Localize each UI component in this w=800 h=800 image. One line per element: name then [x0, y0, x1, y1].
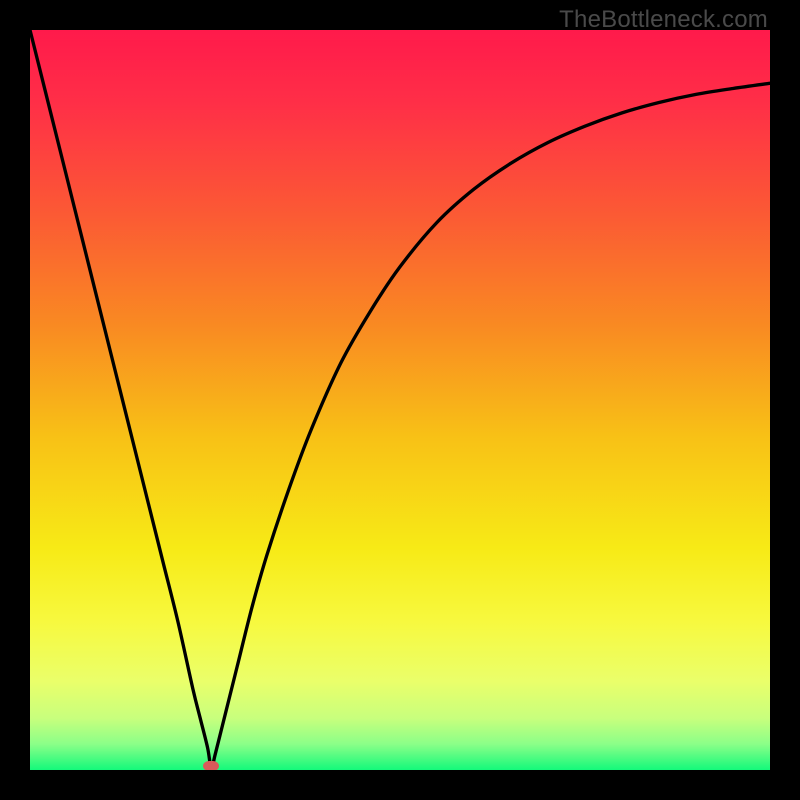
bottleneck-curve — [30, 30, 770, 770]
chart-frame: TheBottleneck.com — [0, 0, 800, 800]
plot-area — [30, 30, 770, 770]
optimum-marker — [203, 761, 219, 770]
